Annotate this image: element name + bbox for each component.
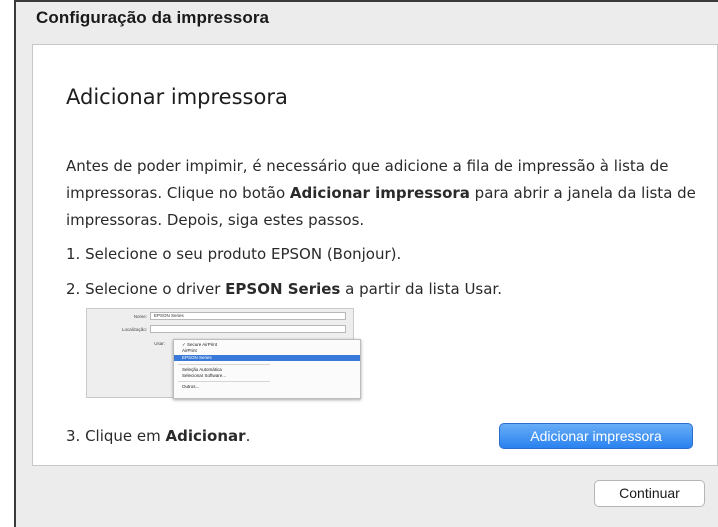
step-3: 3. Clique em Adicionar. (66, 427, 250, 445)
add-printer-button[interactable]: Adicionar impressora (499, 423, 693, 449)
step-3-bold: Adicionar (165, 427, 246, 445)
thumb-menu-item: AirPrint (182, 348, 197, 353)
step-2-suffix: a partir da lista Usar. (340, 280, 502, 298)
thumb-menu-separator (178, 364, 270, 365)
thumb-menu-item: Selecionar Software... (182, 373, 227, 378)
step-2-bold: EPSON Series (225, 280, 341, 298)
paragraph-bold-add-printer: Adicionar impressora (289, 184, 470, 202)
step-3-text: 3. Clique em (66, 427, 166, 445)
content-panel: Adicionar impressora Antes de poder impi… (32, 44, 718, 466)
thumb-use-menu: ✓ Secure AirPrint AirPrint EPSON Series … (173, 339, 361, 399)
driver-selection-thumbnail: Nome: EPSON Series Localização: Usar: ✓ … (86, 308, 361, 399)
thumb-name-field: EPSON Series (150, 312, 346, 320)
step-1: 1. Selecione o seu produto EPSON (Bonjou… (66, 245, 401, 263)
thumb-use-label: Usar: (154, 341, 165, 346)
thumb-location-label: Localização: (121, 327, 147, 332)
step-2-text: 2. Selecione o driver (66, 280, 226, 298)
thumb-menu-item: Outros... (182, 384, 200, 389)
thumb-location-field (150, 325, 346, 333)
window-title: Configuração da impressora (36, 8, 270, 27)
thumb-menu-separator (178, 381, 270, 382)
continue-button[interactable]: Continuar (594, 480, 705, 507)
instructions-paragraph: Antes de poder impimir, é necessário que… (66, 153, 706, 234)
thumb-name-label: Nome: (133, 314, 147, 319)
printer-setup-window: Configuração da impressora Adicionar imp… (14, 0, 718, 527)
section-heading: Adicionar impressora (66, 85, 288, 109)
step-1-text: 1. Selecione o seu produto EPSON (Bonjou… (66, 245, 402, 263)
thumb-menu-item-selected: EPSON Series (174, 355, 360, 361)
step-3-suffix: . (245, 427, 251, 445)
step-2: 2. Selecione o driver EPSON Series a par… (66, 280, 502, 298)
